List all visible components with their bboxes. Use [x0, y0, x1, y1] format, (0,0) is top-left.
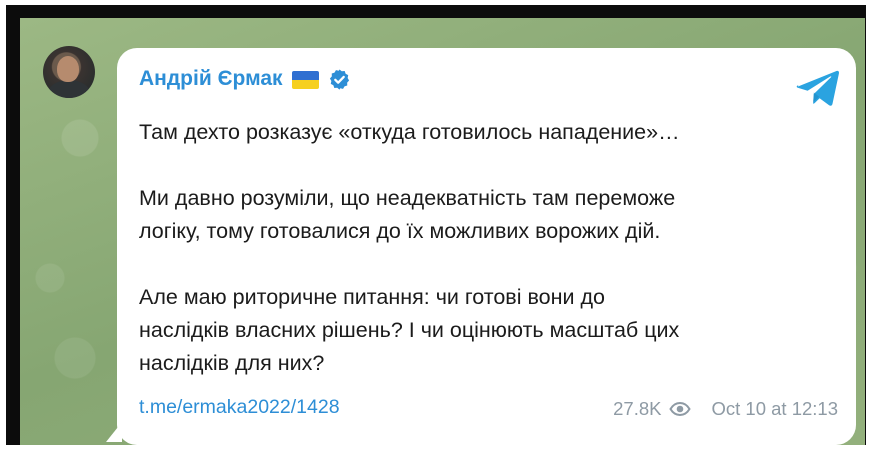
paragraph-2: Ми давно розуміли, що неадекватність там… — [139, 182, 839, 248]
view-count: 27.8K — [613, 398, 662, 419]
author-header[interactable]: Андрій Єрмак — [139, 67, 351, 91]
text-line: наслідків власних рішень? І чи оцінюють … — [139, 318, 680, 342]
post-date: Oct 10 at 12:13 — [711, 398, 838, 419]
text-line: логіку, тому готовалися до їх можливих в… — [139, 219, 661, 243]
paragraph-3: Але маю риторичне питання: чи готові вон… — [139, 281, 839, 380]
chat-background: Андрій Єрмак Там дехто розказує «откуда … — [20, 18, 865, 445]
paragraph-1: Там дехто розказує «откуда готовилось на… — [139, 116, 839, 149]
post-link[interactable]: t.me/ermaka2022/1428 — [139, 396, 340, 419]
telegram-logo-icon[interactable] — [796, 68, 840, 108]
avatar-face — [57, 56, 79, 82]
verified-badge-icon — [329, 68, 349, 90]
ukraine-flag-icon — [291, 71, 319, 89]
post-meta: 27.8K Oct 10 at 12:13 — [613, 398, 838, 420]
author-avatar[interactable] — [43, 46, 95, 98]
screenshot-frame: Андрій Єрмак Там дехто розказує «откуда … — [6, 5, 866, 445]
text-line: наслідків для них? — [139, 351, 325, 375]
eye-icon — [669, 402, 692, 416]
text-line: Ми давно розуміли, що неадекватність там… — [139, 186, 676, 210]
author-name[interactable]: Андрій Єрмак — [139, 67, 283, 91]
message-bubble: Андрій Єрмак Там дехто розказує «откуда … — [117, 48, 856, 445]
message-text: Там дехто розказує «откуда готовилось на… — [139, 116, 839, 380]
avatar-body — [47, 80, 91, 98]
text-line: Там дехто розказує «откуда готовилось на… — [139, 120, 680, 144]
text-line: Але маю риторичне питання: чи готові вон… — [139, 285, 605, 309]
